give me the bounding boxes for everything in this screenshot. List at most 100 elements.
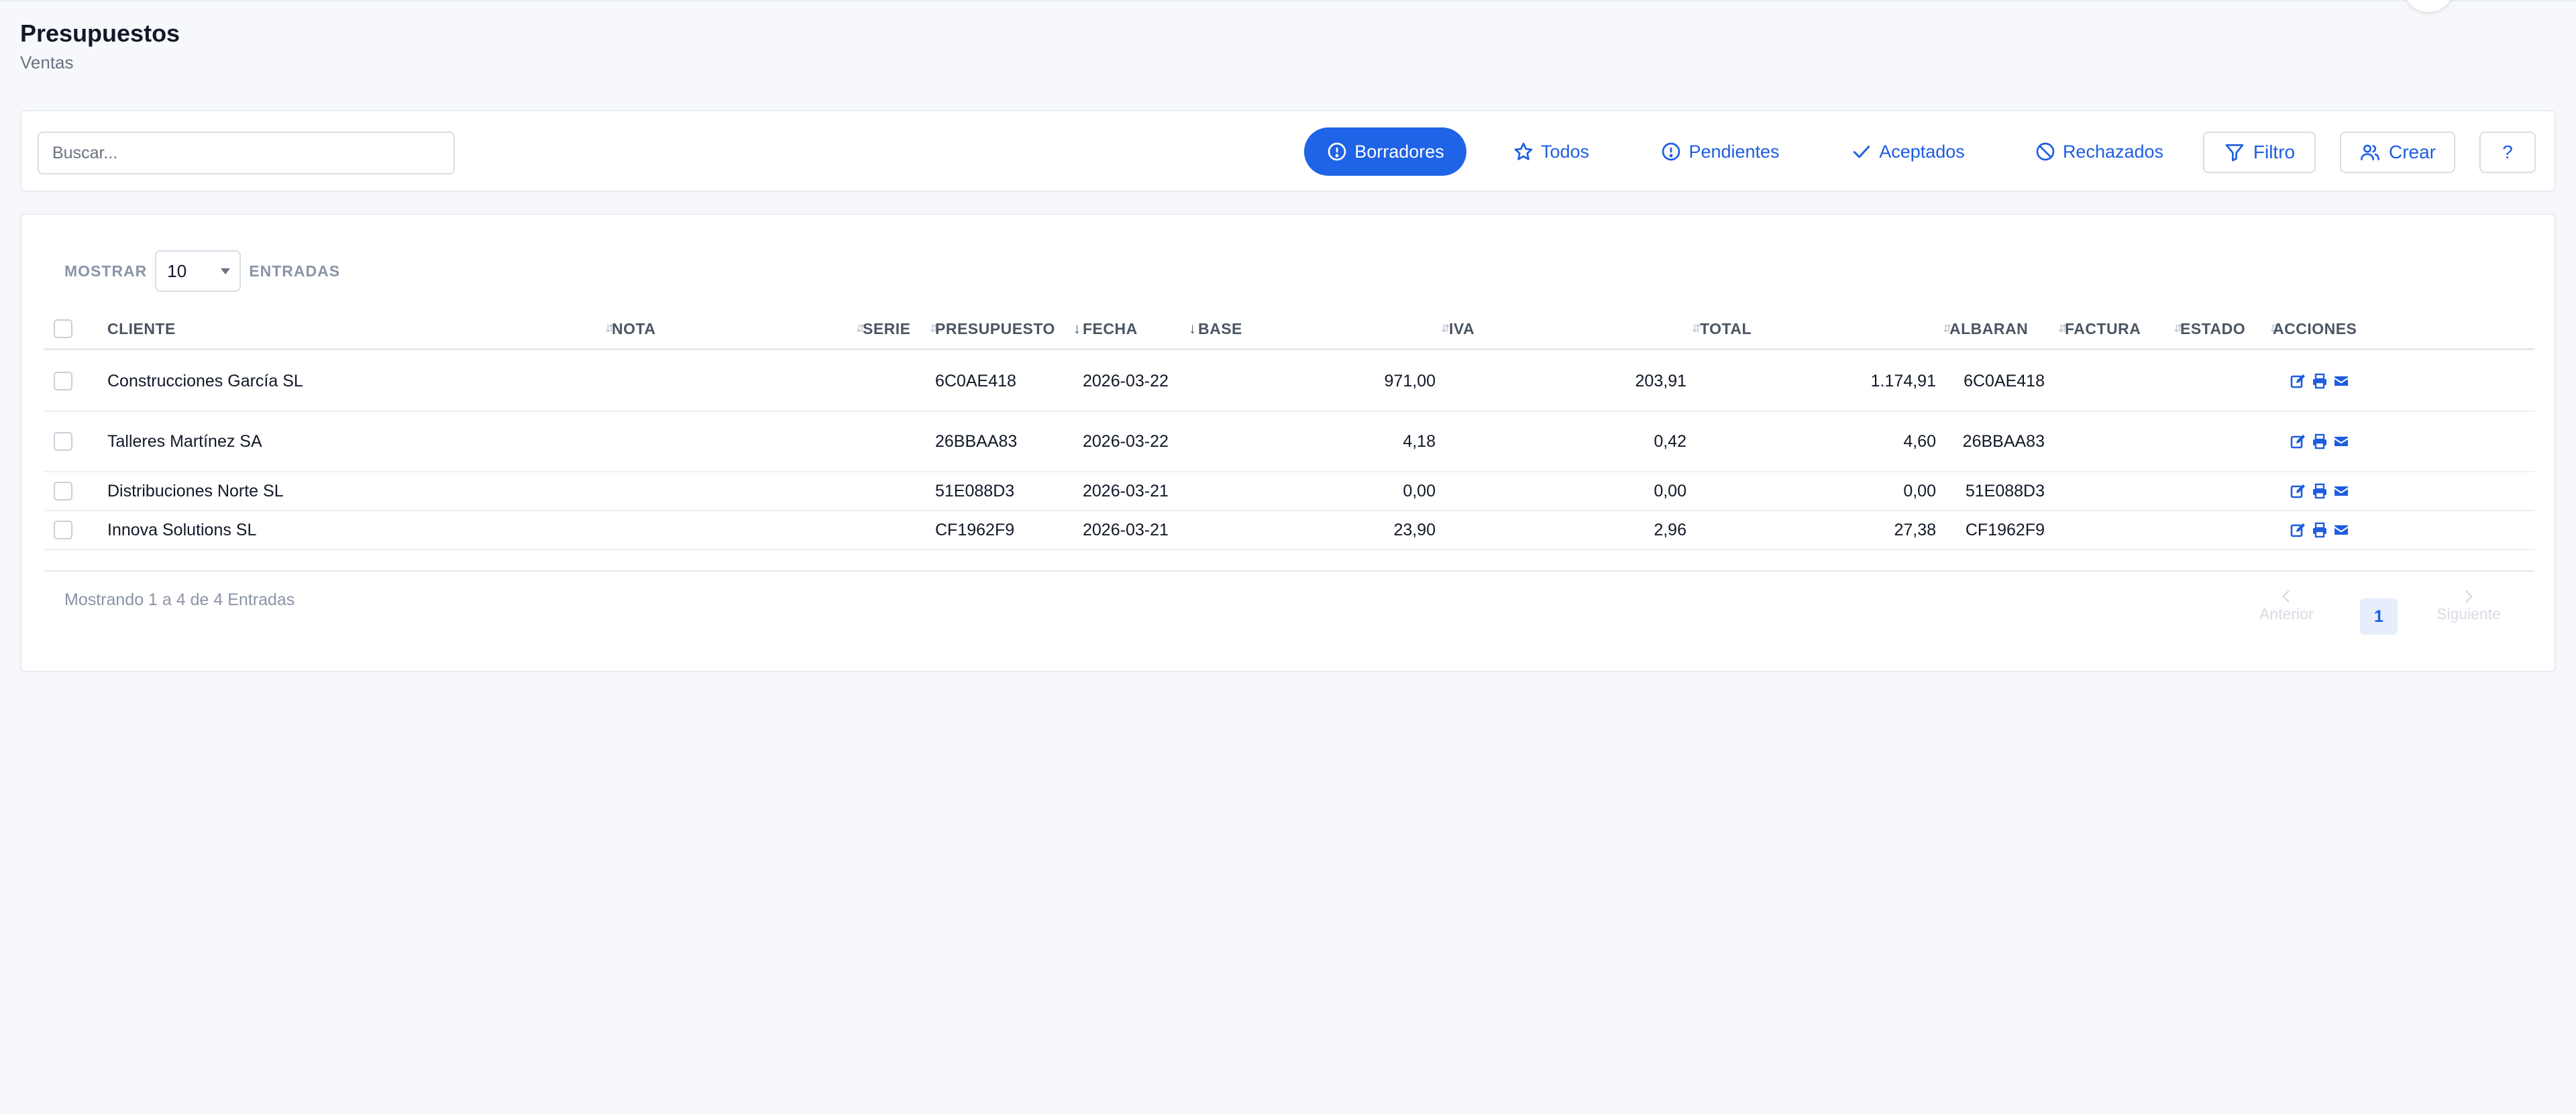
- cell-fecha: 2026-03-22: [1083, 432, 1169, 451]
- tab-borradores[interactable]: Borradores: [1304, 127, 1466, 176]
- table-header: CLIENTE ⇵ NOTA ⇵ SERIE ⇵ PRESUPUESTO ↓ F…: [44, 309, 2534, 350]
- table-row[interactable]: Distribuciones Norte SL 51E088D3 2026-03…: [44, 472, 2534, 511]
- prev-page-button[interactable]: Anterior: [2259, 588, 2314, 623]
- cell-total: 27,38: [1894, 520, 1936, 539]
- cell-base: 4,18: [1403, 431, 1436, 451]
- floating-action-button[interactable]: [2403, 0, 2454, 12]
- cell-total: 1.174,91: [1870, 371, 1936, 390]
- page-size-value: 10: [167, 260, 187, 281]
- table-card: MOSTRAR 10 ENTRADAS CLIENTE ⇵ NOTA ⇵ SER…: [20, 213, 2556, 672]
- tab-label: Borradores: [1354, 141, 1444, 162]
- row-actions: [2290, 352, 2349, 411]
- column-header-acciones: ACCIONES: [2273, 319, 2357, 337]
- cell-fecha: 2026-03-21: [1083, 520, 1169, 539]
- page-size-control: MOSTRAR 10 ENTRADAS: [64, 250, 340, 293]
- search-input[interactable]: [38, 131, 455, 174]
- table-row[interactable]: Innova Solutions SL CF1962F9 2026-03-21 …: [44, 511, 2534, 550]
- print-icon[interactable]: [2312, 483, 2328, 499]
- cell-iva: 203,91: [1635, 371, 1686, 390]
- next-page-button[interactable]: Siguiente: [2436, 588, 2501, 623]
- cell-iva: 2,96: [1654, 520, 1686, 539]
- column-header-total[interactable]: TOTAL: [1700, 309, 1752, 349]
- cell-cliente: Distribuciones Norte SL: [107, 481, 284, 500]
- column-header-base[interactable]: BASE: [1198, 309, 1242, 349]
- chevron-left-icon: [2282, 590, 2290, 602]
- tab-aceptados[interactable]: Aceptados: [1841, 127, 1975, 176]
- cell-presupuesto: 6C0AE418: [935, 371, 1016, 390]
- toolbar: Borradores Todos Pendientes Aceptados Re…: [20, 110, 2556, 192]
- cell-fecha: 2026-03-22: [1083, 372, 1169, 390]
- mail-icon[interactable]: [2333, 522, 2349, 538]
- cell-total: 0,00: [1903, 481, 1936, 500]
- column-header-albaran[interactable]: ALBARAN: [1949, 309, 2028, 349]
- tab-todos[interactable]: Todos: [1504, 127, 1598, 176]
- entries-label: ENTRADAS: [249, 262, 341, 280]
- row-checkbox[interactable]: [54, 432, 72, 451]
- mail-icon[interactable]: [2333, 483, 2349, 499]
- edit-icon[interactable]: [2290, 522, 2306, 538]
- cell-cliente: Talleres Martínez SA: [107, 431, 262, 451]
- tab-rechazados[interactable]: Rechazados: [2023, 127, 2175, 176]
- cell-base: 0,00: [1403, 481, 1436, 500]
- column-header-cliente[interactable]: CLIENTE: [107, 309, 176, 349]
- tab-pendientes[interactable]: Pendientes: [1653, 127, 1787, 176]
- cell-albaran: 6C0AE418: [1964, 371, 2045, 390]
- row-checkbox[interactable]: [54, 372, 72, 390]
- page-number-button[interactable]: 1: [2360, 598, 2398, 635]
- filter-button[interactable]: Filtro: [2203, 131, 2316, 173]
- column-header-fecha[interactable]: FECHA: [1083, 309, 1138, 349]
- column-header-iva[interactable]: IVA: [1449, 309, 1474, 349]
- table-row[interactable]: Talleres Martínez SA 26BBAA83 2026-03-22…: [44, 412, 2534, 472]
- chevron-down-icon: [221, 268, 231, 274]
- mail-icon[interactable]: [2333, 433, 2349, 449]
- table-row[interactable]: Construcciones García SL 6C0AE418 2026-0…: [44, 352, 2534, 412]
- print-icon[interactable]: [2312, 433, 2328, 449]
- column-header-factura[interactable]: FACTURA: [2065, 309, 2141, 349]
- edit-icon[interactable]: [2290, 483, 2306, 499]
- create-label: Crear: [2388, 142, 2436, 162]
- filter-icon: [2225, 144, 2244, 162]
- select-all-cell: [54, 309, 72, 349]
- row-actions: [2290, 472, 2349, 510]
- row-checkbox[interactable]: [54, 482, 72, 500]
- next-page-label: Siguiente: [2436, 605, 2501, 623]
- top-border: [0, 0, 2576, 1]
- show-label: MOSTRAR: [64, 262, 148, 280]
- page-title: Presupuestos: [20, 19, 180, 47]
- print-icon[interactable]: [2312, 522, 2328, 538]
- help-label: ?: [2502, 142, 2513, 162]
- cell-total: 4,60: [1903, 431, 1936, 451]
- sort-desc-icon[interactable]: ↓: [1189, 309, 1196, 349]
- alert-circle-icon: [1662, 142, 1680, 161]
- select-all-checkbox[interactable]: [54, 319, 72, 338]
- sort-desc-icon[interactable]: ↓: [1073, 309, 1081, 349]
- cell-albaran: 51E088D3: [1965, 481, 2045, 500]
- users-icon: [2360, 144, 2379, 160]
- page-subtitle: Ventas: [20, 52, 74, 72]
- help-button[interactable]: ?: [2479, 131, 2536, 173]
- cell-base: 971,00: [1384, 371, 1436, 390]
- mail-icon[interactable]: [2333, 373, 2349, 389]
- edit-icon[interactable]: [2290, 433, 2306, 449]
- cell-presupuesto: 51E088D3: [935, 481, 1015, 500]
- column-header-nota[interactable]: NOTA: [612, 309, 655, 349]
- column-header-serie[interactable]: SERIE: [863, 309, 911, 349]
- row-checkbox[interactable]: [54, 521, 72, 539]
- tab-label: Pendientes: [1688, 141, 1780, 162]
- pagination-info: Mostrando 1 a 4 de 4 Entradas: [64, 590, 295, 609]
- tab-label: Rechazados: [2062, 141, 2164, 162]
- page-size-select[interactable]: 10: [155, 250, 241, 292]
- prev-page-label: Anterior: [2259, 605, 2314, 623]
- column-header-estado[interactable]: ESTADO: [2180, 309, 2245, 349]
- chevron-right-icon: [2465, 590, 2473, 602]
- page-header: Presupuestos Ventas: [20, 19, 180, 74]
- edit-icon[interactable]: [2290, 373, 2306, 389]
- star-icon: [1514, 142, 1533, 160]
- column-header-presupuesto[interactable]: PRESUPUESTO: [935, 309, 1055, 349]
- print-icon[interactable]: [2312, 373, 2328, 389]
- alert-circle-icon: [1328, 142, 1346, 161]
- create-button[interactable]: Crear: [2340, 131, 2455, 173]
- ban-icon: [2036, 142, 2055, 161]
- tab-label: Todos: [1540, 141, 1590, 162]
- cell-cliente: Innova Solutions SL: [107, 520, 257, 539]
